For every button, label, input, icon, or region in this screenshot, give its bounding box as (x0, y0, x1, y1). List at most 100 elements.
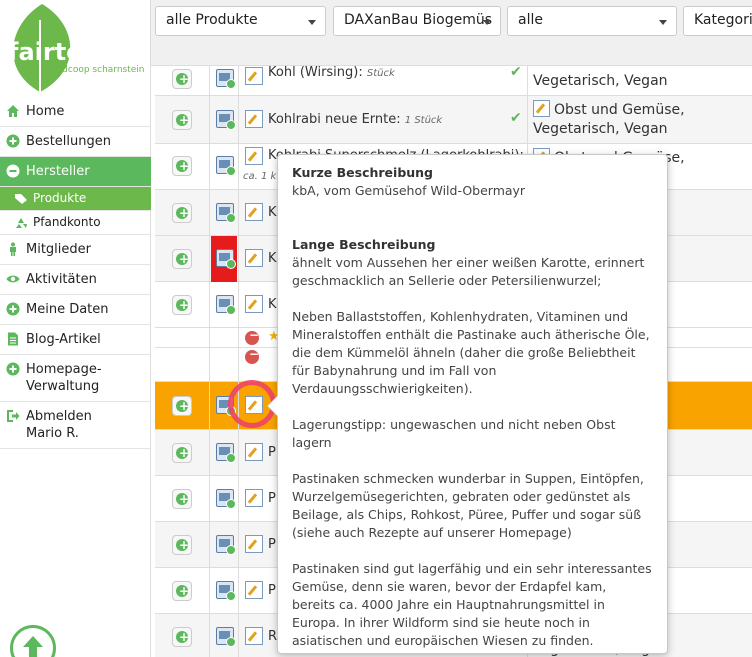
product-unit: ca. 1 k (243, 168, 276, 183)
product-name-text: Kohl (Wirsing): (268, 66, 363, 80)
edit-icon[interactable] (245, 489, 263, 507)
product-name: P (268, 537, 276, 552)
edit-icon[interactable] (245, 110, 263, 128)
add-product-button[interactable]: + (172, 295, 192, 315)
product-image-icon[interactable] (216, 110, 236, 130)
long-description-title: Lange Beschreibung (292, 237, 436, 252)
remove-attribute-button[interactable]: − (245, 328, 259, 345)
long-description-paragraph: Pastinaken sind gut lagerfähig und ein s… (292, 561, 656, 648)
product-image-icon[interactable] (216, 581, 236, 601)
nav-mitglieder[interactable]: Mitglieder (0, 235, 151, 265)
fairteiler-logo[interactable]: fairteiler foodcoop scharnstein (0, 0, 151, 96)
table-row[interactable]: + Kohl (Wirsing): Stück ✔ Vegetarisch, V… (155, 66, 752, 96)
nav-aktivitaeten[interactable]: Aktivitäten (0, 265, 151, 295)
nav-bestellungen-label: Bestellungen (26, 134, 111, 149)
main-nav: Home Bestellungen Hersteller Produkte Pf… (0, 97, 151, 449)
product-unit-text: ca. 1 k (243, 171, 277, 182)
edit-icon[interactable] (245, 443, 263, 461)
edit-icon[interactable] (245, 203, 263, 221)
short-description-text: kbA, vom Gemüsehof Wild-Obermayr (292, 183, 526, 198)
nav-bestellungen[interactable]: Bestellungen (0, 127, 151, 157)
nav-home[interactable]: Home (0, 97, 151, 127)
edit-icon[interactable] (245, 147, 263, 165)
nav-blog-artikel[interactable]: Blog-Artikel (0, 325, 151, 355)
manufacturer-filter-select[interactable]: DAXanBau Biogemüs (333, 6, 501, 36)
product-image-icon[interactable] (216, 489, 236, 509)
edit-icon[interactable] (245, 627, 263, 645)
add-product-button[interactable]: + (172, 156, 192, 176)
home-icon (7, 105, 19, 117)
add-product-button[interactable]: + (172, 396, 192, 416)
add-product-button[interactable]: + (172, 110, 192, 130)
nav-meine-daten[interactable]: Meine Daten (0, 295, 151, 325)
edit-icon[interactable] (245, 535, 263, 553)
nav-produkte[interactable]: Produkte (0, 187, 151, 211)
add-product-button[interactable]: + (172, 535, 192, 555)
add-product-button[interactable]: + (172, 627, 192, 647)
nav-homepage-verwaltung[interactable]: Homepage- Verwaltung (0, 355, 151, 402)
category-filter-value: Kategori (694, 12, 752, 28)
edit-icon[interactable] (245, 249, 263, 267)
product-category: Vegetarisch, Vegan (533, 73, 668, 89)
product-name: P (268, 445, 276, 460)
products-filter-select[interactable]: alle Produkte (155, 6, 326, 36)
product-image-icon[interactable] (216, 627, 236, 647)
nav-produkte-label: Produkte (33, 191, 87, 205)
add-product-button[interactable]: + (172, 69, 192, 89)
recycle-icon (16, 217, 27, 228)
add-product-button[interactable]: + (172, 203, 192, 223)
long-description-paragraph: Lagerungstipp: ungewaschen und nicht neb… (292, 417, 620, 450)
add-product-button[interactable]: + (172, 581, 192, 601)
nav-homepage-label: Homepage- Verwaltung (26, 361, 102, 395)
category-filter-select[interactable]: Kategori (683, 6, 752, 36)
product-image-icon[interactable] (216, 156, 236, 176)
nav-blog-label: Blog-Artikel (26, 332, 101, 347)
product-name: K (268, 205, 277, 220)
sign-out-icon (7, 410, 20, 422)
product-name: P (268, 583, 276, 598)
document-icon (8, 332, 18, 346)
status-filter-value: alle (518, 12, 543, 28)
check-icon: ✔ (510, 110, 522, 126)
add-product-button[interactable]: + (172, 443, 192, 463)
nav-pfandkonto[interactable]: Pfandkonto (0, 211, 151, 235)
product-unit: Stück (366, 68, 395, 79)
product-image-icon[interactable] (216, 249, 236, 269)
arrow-up-icon (23, 636, 43, 657)
product-image-icon[interactable] (216, 295, 236, 315)
nav-home-label: Home (26, 104, 65, 119)
nav-abmelden-label-1: Abmelden (26, 409, 92, 424)
product-image-icon[interactable] (216, 203, 236, 223)
product-name: Kohl (Wirsing): Stück (268, 66, 395, 80)
nav-homepage-label-1: Homepage- (26, 362, 102, 377)
scroll-to-top-button[interactable] (10, 625, 56, 657)
table-row[interactable]: + Kohlrabi neue Ernte: 1 Stück ✔ Obst un… (155, 96, 752, 144)
long-description-paragraph: ähnelt vom Aussehen her einer weißen Kar… (292, 255, 649, 288)
chevron-down-icon (308, 20, 316, 25)
nav-abmelden[interactable]: Abmelden Mario R. (0, 402, 151, 449)
status-filter-select[interactable]: alle (507, 6, 677, 36)
product-name: K (268, 251, 277, 266)
edit-icon[interactable] (245, 67, 263, 85)
nav-hersteller[interactable]: Hersteller (0, 157, 151, 187)
remove-attribute-button[interactable]: − (245, 347, 259, 364)
column-divider (209, 66, 210, 657)
chevron-down-icon (659, 20, 667, 25)
product-name-text: Kohlrabi neue Ernte: (268, 112, 401, 127)
nav-abmelden-label: Abmelden Mario R. (26, 408, 92, 442)
product-name: K (268, 297, 277, 312)
edit-category-icon[interactable] (533, 100, 550, 117)
edit-icon[interactable] (245, 581, 263, 599)
nav-homepage-label-2: Verwaltung (26, 379, 100, 394)
long-description-paragraph: Pastinaken schmecken wunderbar in Suppen… (292, 471, 648, 540)
add-product-button[interactable]: + (172, 249, 192, 269)
chevron-down-icon (483, 20, 491, 25)
product-image-icon[interactable] (216, 535, 236, 555)
minus-circle-icon (6, 164, 20, 178)
product-image-icon[interactable] (216, 69, 236, 89)
edit-icon[interactable] (245, 295, 263, 313)
sidebar: fairteiler foodcoop scharnstein Home Bes… (0, 0, 151, 657)
person-icon (10, 242, 16, 256)
product-image-icon[interactable] (216, 443, 236, 463)
add-product-button[interactable]: + (172, 489, 192, 509)
